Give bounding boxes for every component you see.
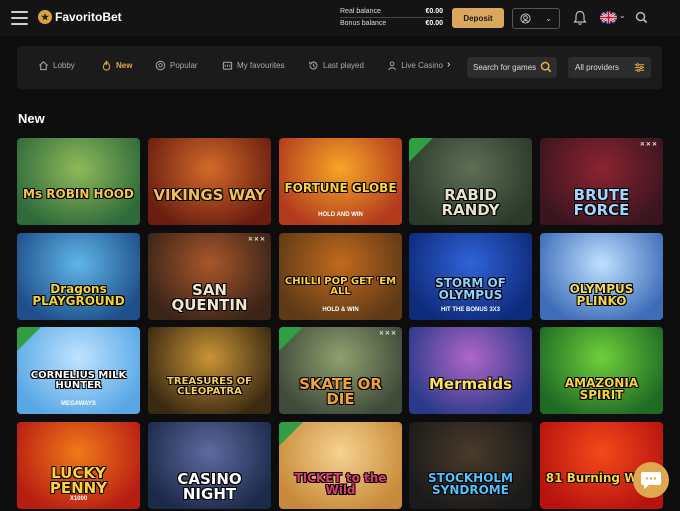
game-title: STORM OF OLYMPUS: [435, 276, 506, 302]
game-title: RABID RANDY: [441, 186, 500, 219]
new-ribbon: [17, 327, 41, 351]
game-tile[interactable]: CHILLI POP GET 'EM ALL HOLD & WIN: [279, 233, 402, 320]
nav-label: New: [116, 61, 133, 70]
nav-label: Live Casino: [401, 61, 443, 70]
language-chevron-icon[interactable]: ⌄: [619, 11, 626, 20]
game-tile[interactable]: SAN QUENTIN ✕✕✕: [148, 233, 271, 320]
deposit-button[interactable]: Deposit: [452, 8, 504, 28]
game-subtitle: MEGAWAYS: [61, 401, 96, 407]
game-title: CHILLI POP GET 'EM ALL: [284, 276, 397, 297]
game-tile[interactable]: LUCKY PENNY X1000: [17, 422, 140, 509]
search-icon[interactable]: [635, 11, 648, 24]
game-title: VIKINGS WAY: [153, 186, 266, 204]
new-ribbon: [279, 327, 303, 351]
game-tile[interactable]: Mermaids: [409, 327, 532, 414]
flame-icon: [102, 60, 111, 71]
game-title: BRUTE FORCE: [573, 186, 630, 219]
category-nav: Lobby New Popular My favourites Last pla…: [17, 46, 662, 89]
game-title: STOCKHOLM SYNDROME: [428, 471, 513, 497]
game-tile[interactable]: BRUTE FORCE ✕✕✕: [540, 138, 663, 225]
chevron-down-icon: ⌄: [545, 14, 552, 23]
game-tile[interactable]: VIKINGS WAY: [148, 138, 271, 225]
bonus-balance-value: €0.00: [425, 20, 443, 27]
game-subtitle: HOLD AND WIN: [318, 212, 363, 218]
game-tile[interactable]: TREASURES OF CLEOPATRA: [148, 327, 271, 414]
chat-button[interactable]: [633, 462, 669, 498]
history-icon: [309, 61, 318, 70]
game-subtitle: HIT THE BONUS 3X3: [440, 307, 500, 313]
game-title: Ms ROBIN HOOD: [23, 187, 134, 201]
game-title: LUCKY PENNY: [49, 464, 108, 497]
nav-label: My favourites: [237, 61, 285, 70]
account-dropdown[interactable]: ⌄: [512, 8, 560, 29]
game-tile[interactable]: FORTUNE GLOBE HOLD AND WIN: [279, 138, 402, 225]
nav-popular[interactable]: Popular: [155, 60, 198, 71]
game-title: TREASURES OF CLEOPATRA: [167, 376, 252, 397]
section-title: New: [18, 111, 45, 126]
chat-bubble-icon: [641, 472, 661, 489]
game-title: SAN QUENTIN: [171, 281, 248, 314]
soccer-ball-icon: [155, 60, 166, 71]
nav-label: Popular: [170, 61, 198, 70]
game-tile[interactable]: RABID RANDY: [409, 138, 532, 225]
provider-mark-icon: ✕✕✕: [639, 142, 658, 148]
filter-sliders-icon: [634, 63, 645, 72]
uk-flag-icon[interactable]: [600, 11, 617, 24]
chevron-right-icon[interactable]: ›: [447, 59, 450, 70]
game-title: CASINO NIGHT: [177, 470, 242, 503]
game-tile[interactable]: STOCKHOLM SYNDROME: [409, 422, 532, 509]
nav-last-played[interactable]: Last played: [308, 60, 364, 71]
search-games-input[interactable]: Search for games: [467, 57, 557, 78]
game-title: Dragons PLAYGROUND: [32, 282, 125, 308]
bonus-balance-label: Bonus balance: [340, 20, 387, 27]
real-balance-value: €0.00: [425, 7, 443, 15]
logo-mark-icon: ★: [38, 10, 52, 24]
brand-name: FavoritoBet: [55, 10, 122, 24]
game-tile[interactable]: AMAZONIA SPIRIT: [540, 327, 663, 414]
new-ribbon: [409, 138, 433, 162]
bell-icon[interactable]: [573, 10, 587, 26]
game-tile[interactable]: TICKET to the Wild: [279, 422, 402, 509]
nav-label: Lobby: [53, 61, 75, 70]
new-ribbon: [279, 422, 303, 446]
game-tile[interactable]: STORM OF OLYMPUS HIT THE BONUS 3X3: [409, 233, 532, 320]
nav-my-favourites[interactable]: My favourites: [222, 60, 285, 71]
game-title: Mermaids: [428, 375, 513, 393]
game-title: AMAZONIA SPIRIT: [564, 376, 639, 402]
live-dealer-icon: [388, 61, 397, 71]
providers-label: All providers: [575, 63, 620, 72]
provider-mark-icon: ✕✕✕: [247, 237, 266, 243]
provider-mark-icon: ✕✕✕: [378, 331, 397, 337]
game-title: SKATE OR DIE: [299, 375, 382, 408]
user-icon: [520, 13, 531, 24]
game-tile[interactable]: SKATE OR DIE ✕✕✕: [279, 327, 402, 414]
game-tile[interactable]: CORNELIUS MILK HUNTER MEGAWAYS: [17, 327, 140, 414]
nav-live-casino[interactable]: Live Casino: [387, 60, 443, 71]
balance-panel: Real balance €0.00 Bonus balance €0.00: [340, 5, 443, 29]
game-title: CORNELIUS MILK HUNTER: [30, 370, 127, 391]
game-title: TICKET to the Wild: [294, 471, 387, 497]
real-balance-label: Real balance: [340, 7, 381, 15]
top-bar: ★ FavoritoBet Real balance €0.00 Bonus ba…: [0, 0, 680, 36]
menu-icon[interactable]: [11, 11, 28, 25]
brand-logo[interactable]: ★ FavoritoBet: [38, 10, 122, 24]
game-title: FORTUNE GLOBE: [284, 181, 397, 195]
search-games-placeholder: Search for games: [473, 63, 537, 72]
nav-lobby[interactable]: Lobby: [38, 60, 75, 71]
game-tile[interactable]: Ms ROBIN HOOD: [17, 138, 140, 225]
providers-dropdown[interactable]: All providers: [568, 57, 651, 78]
game-tile[interactable]: CASINO NIGHT: [148, 422, 271, 509]
game-title: OLYMPUS PLINKO: [569, 282, 634, 308]
game-subtitle: HOLD & WIN: [322, 307, 359, 313]
home-icon: [39, 61, 48, 71]
nav-new[interactable]: New: [101, 60, 132, 71]
game-subtitle: X1000: [69, 496, 88, 502]
slot-machine-icon: [222, 61, 233, 70]
game-tile[interactable]: OLYMPUS PLINKO: [540, 233, 663, 320]
search-icon[interactable]: [540, 61, 552, 73]
game-tile[interactable]: Dragons PLAYGROUND: [17, 233, 140, 320]
nav-label: Last played: [323, 61, 364, 70]
